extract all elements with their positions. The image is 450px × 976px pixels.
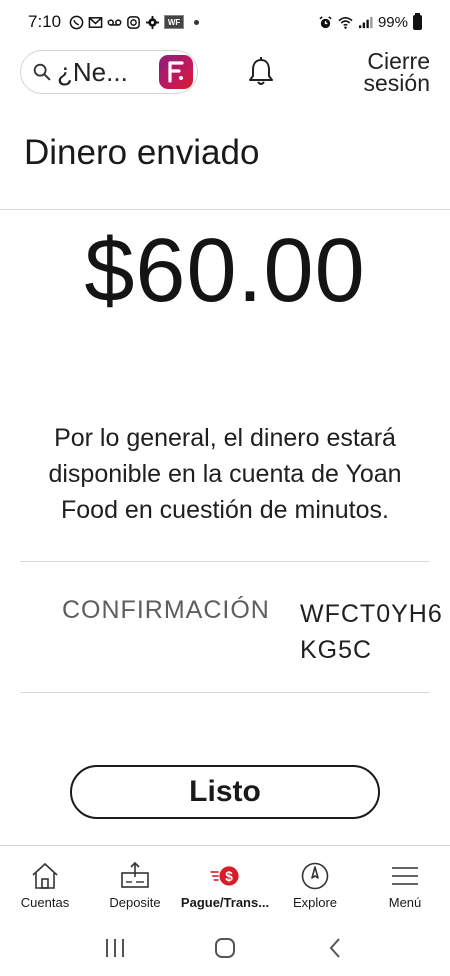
search-icon — [33, 63, 51, 81]
notifications-bell-icon[interactable] — [246, 56, 276, 88]
home-icon — [29, 860, 61, 892]
nav-label-menu: Menú — [388, 895, 422, 910]
signal-icon — [358, 15, 373, 30]
nav-label-explore: Explore — [292, 895, 338, 910]
nav-item-explore[interactable]: Explore — [270, 846, 360, 917]
more-notifications-dot — [194, 19, 200, 25]
battery-percent: 99% — [377, 13, 408, 31]
system-navigation-bar — [0, 920, 450, 976]
gmail-icon — [88, 15, 103, 30]
page-title: Dinero enviado — [24, 133, 260, 172]
status-bar: 7:10 WF 99% — [0, 0, 450, 44]
confirmation-number: WFCT0YH6KG5C — [300, 600, 443, 664]
deposit-icon — [119, 860, 151, 892]
alarm-icon — [318, 15, 333, 30]
nav-item-pay-transfer[interactable]: $ Pague/Trans... — [180, 846, 270, 917]
status-time: 7:10 — [28, 12, 62, 31]
nav-label-pay-transfer: Pague/Trans... — [180, 895, 270, 910]
nav-label-deposit: Deposite — [109, 895, 161, 910]
battery-icon — [413, 12, 422, 30]
search-input[interactable]: ¿Ne... — [20, 50, 198, 94]
menu-icon — [389, 860, 421, 892]
app-header: ¿Ne... Cierre sesión — [0, 48, 450, 98]
done-button[interactable]: Listo — [70, 765, 380, 819]
signout-label-line1: Cierre — [367, 48, 430, 74]
confirmation-top-divider — [20, 561, 430, 562]
nav-item-accounts[interactable]: Cuentas — [0, 846, 90, 917]
nav-item-menu[interactable]: Menú — [360, 846, 450, 917]
back-icon[interactable] — [320, 933, 350, 963]
signout-link[interactable]: Cierre sesión — [340, 48, 430, 96]
compass-icon — [299, 860, 331, 892]
search-placeholder: ¿Ne... — [57, 56, 128, 87]
wf-notification-icon: WF — [164, 15, 185, 29]
title-divider — [0, 209, 450, 210]
settings-gear-icon — [145, 15, 160, 30]
instagram-icon — [126, 15, 141, 30]
availability-message: Por lo general, el dinero estará disponi… — [48, 424, 402, 524]
fargo-assistant-icon[interactable] — [159, 55, 193, 89]
whatsapp-icon — [69, 15, 84, 30]
confirmation-label: CONFIRMACIÓN — [62, 596, 270, 624]
sent-amount: $60.00 — [84, 221, 366, 321]
bottom-nav: Cuentas Deposite $ Pague/Trans... Explor… — [0, 845, 450, 917]
confirmation-bottom-divider — [20, 692, 430, 693]
pay-transfer-icon: $ — [209, 860, 241, 892]
signout-label-line2: sesión — [363, 70, 430, 96]
nav-label-accounts: Cuentas — [20, 895, 70, 910]
nav-item-deposit[interactable]: Deposite — [90, 846, 180, 917]
voicemail-icon — [107, 15, 122, 30]
recent-apps-icon[interactable] — [100, 933, 130, 963]
home-button-icon[interactable] — [210, 933, 240, 963]
wifi-icon — [338, 15, 353, 30]
svg-text:$: $ — [225, 869, 233, 884]
